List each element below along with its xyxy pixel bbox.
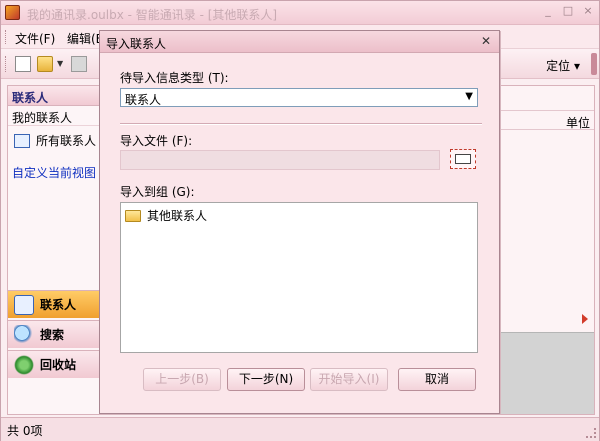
main-titlebar: 我的通讯录.oulbx - 智能通讯录 - [其他联系人] _ □ ×: [1, 1, 599, 25]
left-panel: 联系人 我的联系人 所有联系人 自定义当前视图 联系人 搜索 回收站: [7, 85, 103, 415]
nav-contacts-label: 联系人: [40, 298, 77, 312]
close-icon[interactable]: ✕: [479, 34, 493, 48]
group-label: 导入到组 (G):: [120, 185, 195, 199]
browse-button[interactable]: [450, 149, 476, 169]
type-label: 待导入信息类型 (T):: [120, 71, 229, 85]
import-contacts-dialog: 导入联系人 ✕ 待导入信息类型 (T): 联系人 ▼ 导入文件 (F): 导入到…: [99, 30, 500, 414]
contacts-icon: [14, 133, 30, 148]
main-window-title: 我的通讯录.oulbx - 智能通讯录 - [其他联系人]: [27, 8, 278, 22]
chevron-down-icon[interactable]: ▼: [465, 91, 473, 102]
locate-button[interactable]: 定位 ▾: [537, 53, 589, 75]
separator: [120, 123, 482, 125]
app-icon: [5, 5, 20, 20]
type-select[interactable]: 联系人 ▼: [120, 88, 478, 107]
minimize-button[interactable]: _: [541, 4, 555, 18]
statusbar: 共 0项: [1, 417, 599, 441]
chevron-down-icon[interactable]: ▼: [57, 59, 63, 68]
menubar-grip[interactable]: [5, 30, 8, 44]
browse-icon: [455, 154, 471, 164]
file-input[interactable]: [120, 150, 440, 170]
folder-icon: [125, 209, 141, 222]
status-text: 共 0项: [7, 424, 43, 438]
recycle-icon: [14, 354, 34, 375]
new-file-icon[interactable]: [15, 56, 31, 72]
group-item-other[interactable]: 其他联系人: [125, 207, 207, 224]
open-folder-icon[interactable]: [37, 56, 53, 72]
dialog-title: 导入联系人: [106, 37, 167, 51]
dialog-titlebar[interactable]: 导入联系人 ✕: [100, 31, 499, 53]
nav-recycle-label: 回收站: [40, 358, 77, 372]
group-item-label: 其他联系人: [147, 209, 208, 223]
search-icon: [14, 324, 34, 345]
type-select-value: 联系人: [125, 93, 162, 107]
start-import-button[interactable]: 开始导入(I): [310, 368, 388, 391]
toolbar-overflow[interactable]: [591, 53, 597, 75]
close-window-button[interactable]: ×: [581, 4, 595, 18]
contacts-icon: [14, 294, 34, 315]
group-list[interactable]: 其他联系人: [120, 202, 478, 353]
toolbar-grip[interactable]: [5, 56, 8, 72]
save-icon[interactable]: [71, 56, 87, 72]
all-contacts-item[interactable]: 所有联系人: [14, 132, 96, 149]
maximize-button[interactable]: □: [561, 4, 575, 18]
nav-recycle[interactable]: 回收站: [8, 350, 102, 378]
file-label: 导入文件 (F):: [120, 134, 193, 148]
menu-file[interactable]: 文件(F): [15, 30, 55, 47]
column-header-company[interactable]: 单位: [566, 114, 590, 131]
left-panel-header: 联系人: [8, 86, 102, 106]
prev-button[interactable]: 上一步(B): [143, 368, 221, 391]
nav-contacts[interactable]: 联系人: [8, 290, 102, 318]
all-contacts-label: 所有联系人: [36, 134, 97, 148]
custom-view-link[interactable]: 自定义当前视图: [12, 164, 96, 181]
resize-grip[interactable]: [586, 428, 596, 438]
cancel-button[interactable]: 取消: [398, 368, 476, 391]
scroll-right-arrow-icon[interactable]: [582, 314, 588, 324]
nav-search-label: 搜索: [40, 328, 65, 342]
next-button[interactable]: 下一步(N): [227, 368, 305, 391]
left-panel-subheader: 我的联系人: [8, 106, 102, 126]
window-controls: _ □ ×: [541, 4, 595, 18]
nav-search[interactable]: 搜索: [8, 320, 102, 348]
